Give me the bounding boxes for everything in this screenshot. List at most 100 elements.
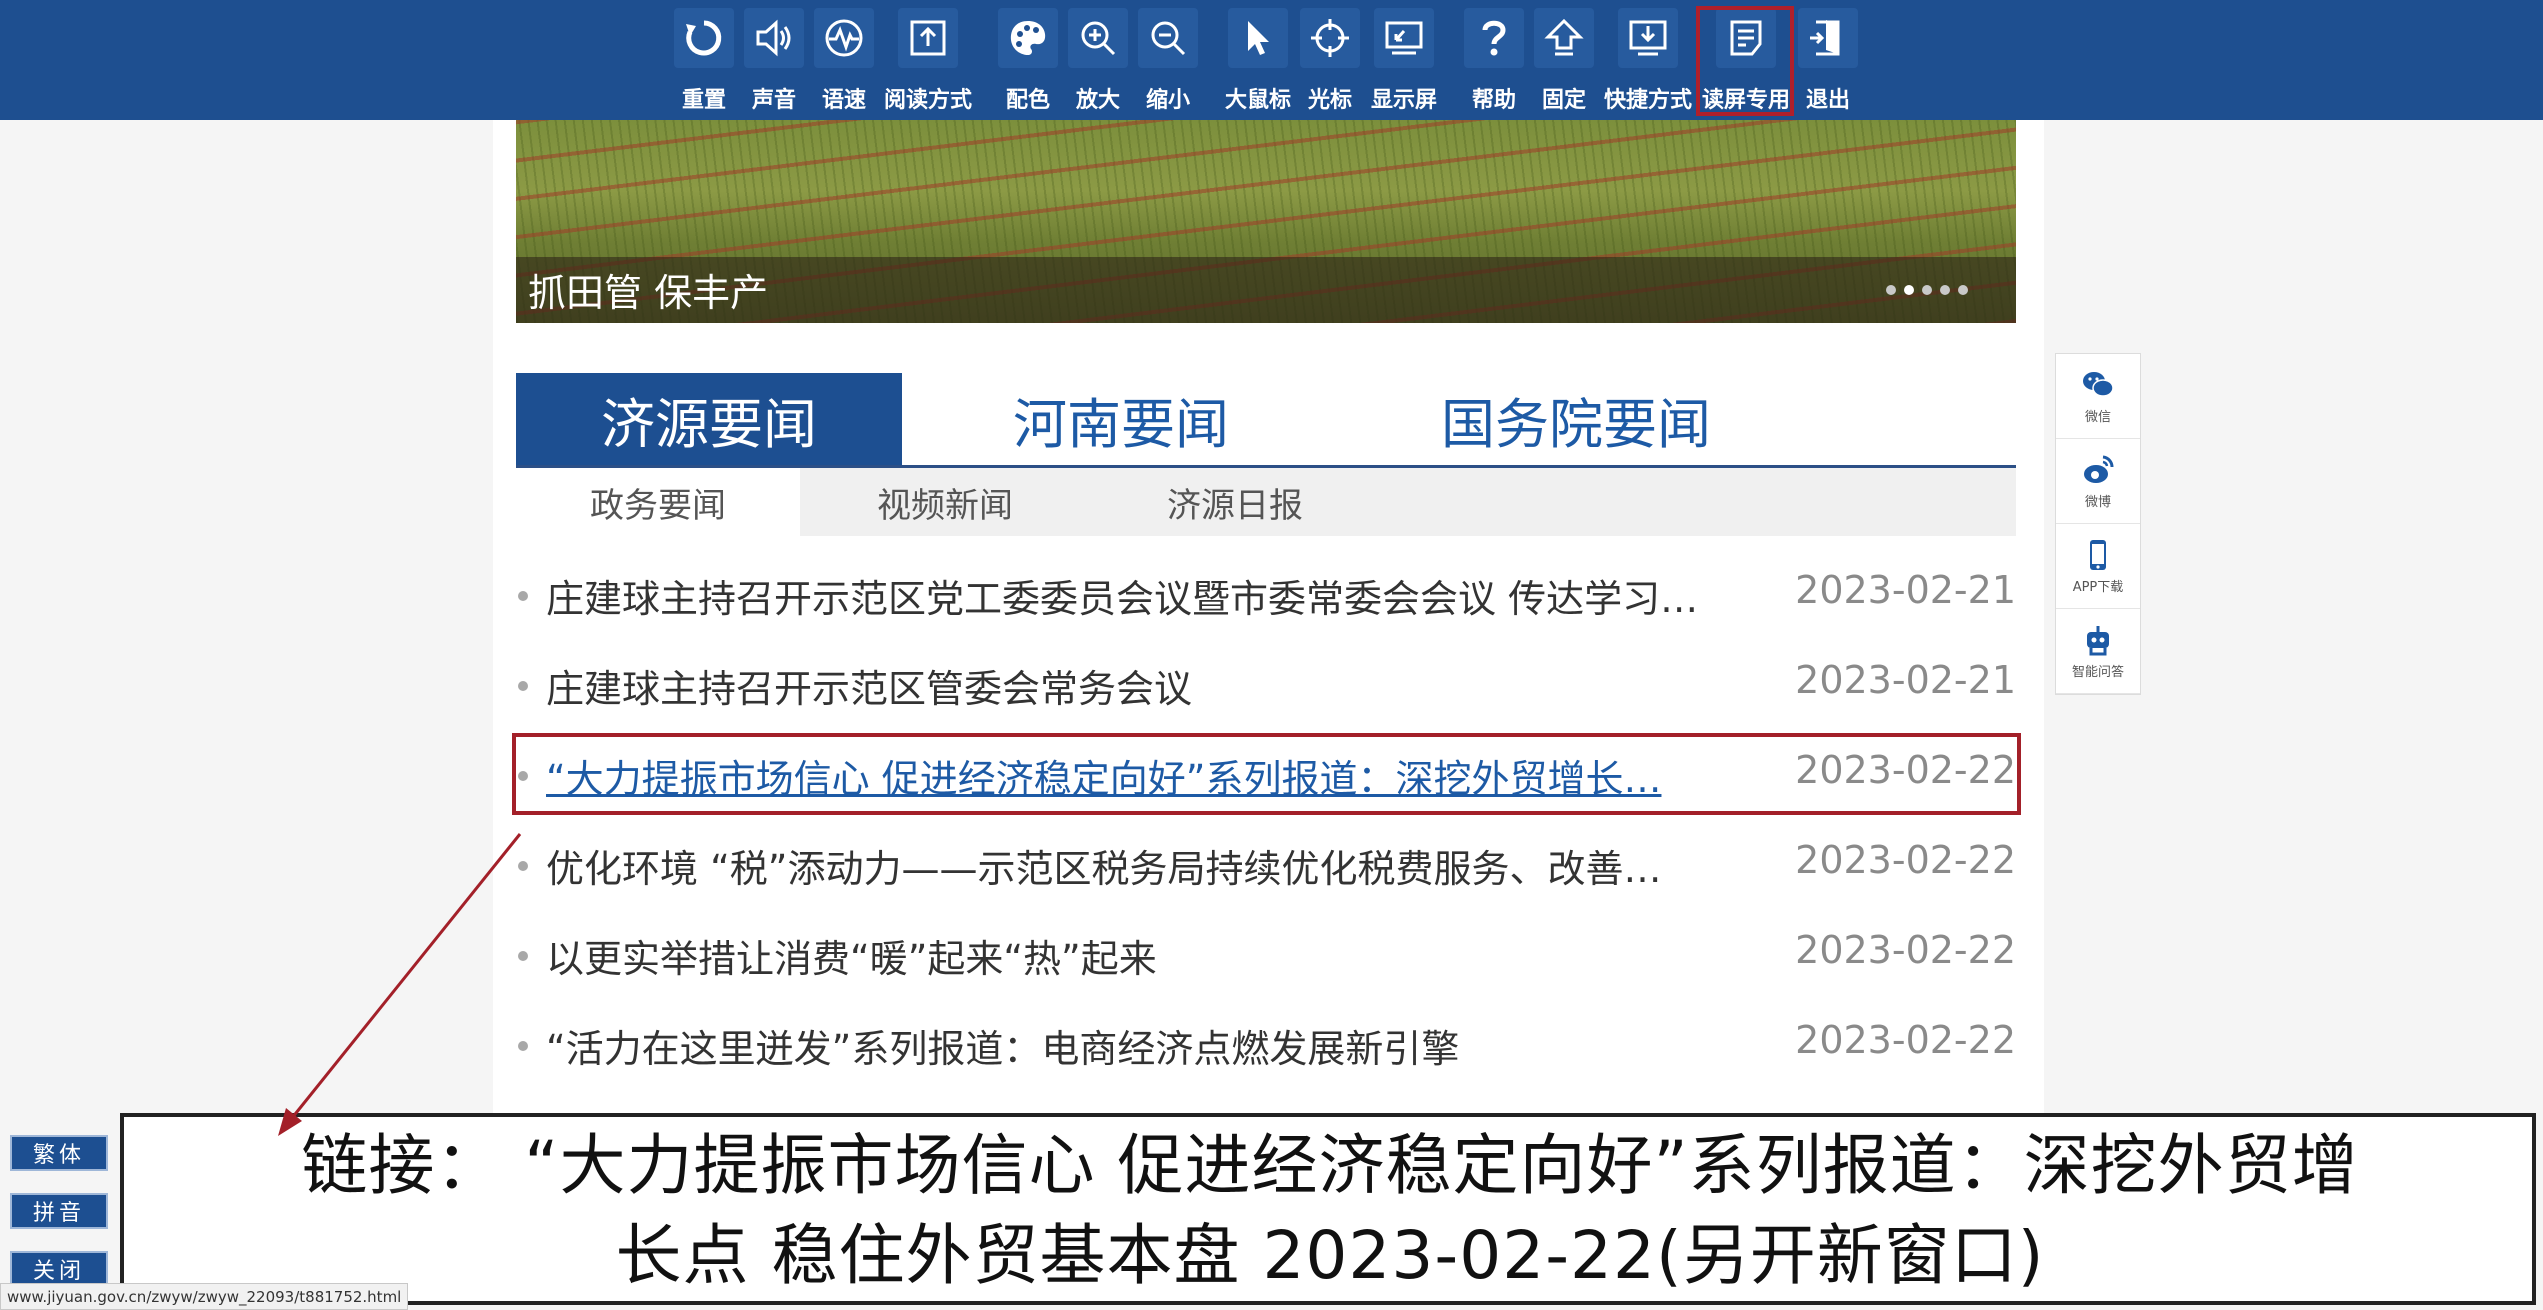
bullet-dot [518, 1041, 528, 1051]
screen-reader-text-panel: 链接： “大力提振市场信心 促进经济稳定向好”系列报道：深挖外贸增 长点 稳住外… [120, 1113, 2536, 1305]
wechat-icon [2083, 371, 2114, 397]
toolbar-speed-button[interactable]: 语速 [812, 0, 876, 120]
news-date: 2023-02-21 [1795, 658, 2016, 702]
exit-door-icon [1798, 8, 1858, 68]
carousel-dot[interactable] [1940, 285, 1950, 295]
accessibility-toolbar: 重置 声音 语速 阅读方式 配色 放大 缩小 大鼠标 光标 显示屏 帮助 固定 … [0, 0, 2543, 120]
weibo-icon [2084, 455, 2114, 483]
news-title[interactable]: 庄建球主持召开示范区党工委委员会议暨市委常委会会议 传达学习… [546, 568, 1786, 623]
toolbar-shortcut-label: 快捷方式 [1604, 88, 1693, 113]
toolbar-zoom-out-label: 缩小 [1145, 88, 1190, 113]
news-title[interactable]: 以更实举措让消费“暖”起来“热”起来 [546, 928, 1786, 983]
tab-henan-news[interactable]: 河南要闻 [936, 373, 1306, 465]
share-wechat[interactable]: 微信 [2056, 354, 2140, 439]
bullet-dot [518, 591, 528, 601]
share-weibo[interactable]: 微博 [2056, 439, 2140, 524]
news-item[interactable]: 庄建球主持召开示范区党工委委员会议暨市委常委会会议 传达学习… 2023-02-… [516, 560, 2016, 630]
toolbar-crosshair-label: 光标 [1307, 88, 1352, 113]
phone-app-icon [2090, 539, 2106, 570]
display-screen-icon [1374, 8, 1434, 68]
toolbar-reset-label: 重置 [681, 88, 726, 113]
main-news-tabs: 济源要闻 河南要闻 国务院要闻 [516, 373, 2016, 468]
robot-icon [2087, 625, 2109, 655]
toolbar-sound-button[interactable]: 声音 [742, 0, 806, 120]
toolbar-help-button[interactable]: 帮助 [1462, 0, 1526, 120]
bullet-dot [518, 951, 528, 961]
news-date: 2023-02-21 [1795, 568, 2016, 612]
news-item[interactable]: 庄建球主持召开示范区管委会常务会议 2023-02-21 [516, 650, 2016, 720]
bullet-dot [518, 681, 528, 691]
toolbar-pin-button[interactable]: 固定 [1532, 0, 1596, 120]
news-title[interactable]: 庄建球主持召开示范区管委会常务会议 [546, 658, 1786, 713]
speed-wave-icon [814, 8, 874, 68]
toolbar-crosshair-button[interactable]: 光标 [1298, 0, 1362, 120]
news-date: 2023-02-22 [1795, 928, 2016, 972]
subtab-jiyuan-daily[interactable]: 济源日报 [1090, 468, 1380, 536]
banner-caption: 抓田管 保丰产 [528, 271, 769, 315]
share-sidebar: 微信 微博 APP下载 智能问答 [2055, 353, 2141, 695]
toolbar-big-cursor-button[interactable]: 大鼠标 [1225, 0, 1292, 120]
toolbar-shortcut-button[interactable]: 快捷方式 [1604, 0, 1692, 120]
bullet-dot [518, 861, 528, 871]
speaker-icon [744, 8, 804, 68]
subtab-video-news[interactable]: 视频新闻 [800, 468, 1090, 536]
toolbar-zoom-in-label: 放大 [1075, 88, 1120, 113]
palette-icon [998, 8, 1058, 68]
toolbar-display-label: 显示屏 [1371, 88, 1438, 113]
toolbar-exit-label: 退出 [1805, 88, 1850, 113]
toolbar-sound-label: 声音 [751, 88, 796, 113]
toolbar-pin-label: 固定 [1541, 88, 1586, 113]
tab-jiyuan-news[interactable]: 济源要闻 [516, 373, 902, 465]
help-icon [1464, 8, 1524, 68]
traditional-chinese-button[interactable]: 繁体 [10, 1135, 108, 1171]
news-item[interactable]: 以更实举措让消费“暖”起来“热”起来 2023-02-22 [516, 920, 2016, 990]
toolbar-help-label: 帮助 [1471, 88, 1516, 113]
focused-link-outline [512, 733, 2021, 815]
news-item[interactable]: 优化环境 “税”添动力——示范区税务局持续优化税费服务、改善… 2023-02-… [516, 830, 2016, 900]
toolbar-big-cursor-label: 大鼠标 [1225, 88, 1292, 113]
screen-reader-highlight-box [1696, 6, 1794, 116]
news-title[interactable]: 优化环境 “税”添动力——示范区税务局持续优化税费服务、改善… [546, 838, 1786, 893]
sub-news-tabs: 政务要闻 视频新闻 济源日报 [516, 468, 2016, 536]
carousel-dot[interactable] [1886, 285, 1896, 295]
toolbar-reading-mode-label: 阅读方式 [884, 88, 973, 113]
toolbar-exit-button[interactable]: 退出 [1796, 0, 1860, 120]
toolbar-zoom-in-button[interactable]: 放大 [1066, 0, 1130, 120]
pin-up-icon [1534, 8, 1594, 68]
toolbar-display-button[interactable]: 显示屏 [1371, 0, 1438, 120]
carousel-dot-active[interactable] [1904, 285, 1914, 295]
toolbar-color-label: 配色 [1005, 88, 1050, 113]
status-bar-url: www.jiyuan.gov.cn/zwyw/zwyw_22093/t88175… [0, 1283, 409, 1310]
refresh-icon [674, 8, 734, 68]
reading-line-1: 链接： “大力提振市场信心 促进经济稳定向好”系列报道：深挖外贸增 [301, 1127, 2359, 1204]
news-date: 2023-02-22 [1795, 838, 2016, 882]
carousel-dot[interactable] [1922, 285, 1932, 295]
zoom-out-icon [1138, 8, 1198, 68]
toolbar-zoom-out-button[interactable]: 缩小 [1136, 0, 1200, 120]
shortcut-download-icon [1618, 8, 1678, 68]
news-item[interactable]: “活力在这里迸发”系列报道：电商经济点燃发展新引擎 2023-02-22 [516, 1010, 2016, 1080]
news-title[interactable]: “活力在这里迸发”系列报道：电商经济点燃发展新引擎 [546, 1018, 1786, 1073]
pinyin-button[interactable]: 拼音 [10, 1193, 108, 1229]
big-cursor-icon [1228, 8, 1288, 68]
share-app-label: APP下载 [2072, 579, 2124, 595]
reading-line-2: 长点 稳住外贸基本盘 2023-02-22(另开新窗口) [615, 1217, 2045, 1294]
share-smart-qa[interactable]: 智能问答 [2056, 609, 2140, 694]
toolbar-reset-button[interactable]: 重置 [672, 0, 736, 120]
share-weibo-label: 微博 [2084, 494, 2111, 510]
reading-mode-icon [898, 8, 958, 68]
toolbar-color-button[interactable]: 配色 [996, 0, 1060, 120]
subtab-government-news[interactable]: 政务要闻 [516, 468, 800, 536]
zoom-in-icon [1068, 8, 1128, 68]
carousel-dots [1886, 285, 1968, 295]
toolbar-reading-mode-button[interactable]: 阅读方式 [884, 0, 972, 120]
toolbar-speed-label: 语速 [821, 88, 866, 113]
carousel-dot[interactable] [1958, 285, 1968, 295]
close-button[interactable]: 关闭 [10, 1251, 108, 1287]
tab-state-council-news[interactable]: 国务院要闻 [1346, 373, 1806, 465]
news-date: 2023-02-22 [1795, 1018, 2016, 1062]
share-app-download[interactable]: APP下载 [2056, 524, 2140, 609]
reading-text: 链接： “大力提振市场信心 促进经济稳定向好”系列报道：深挖外贸增 长点 稳住外… [140, 1121, 2520, 1301]
share-wechat-label: 微信 [2084, 409, 2111, 425]
banner-carousel[interactable]: 抓田管 保丰产 [516, 120, 2016, 323]
